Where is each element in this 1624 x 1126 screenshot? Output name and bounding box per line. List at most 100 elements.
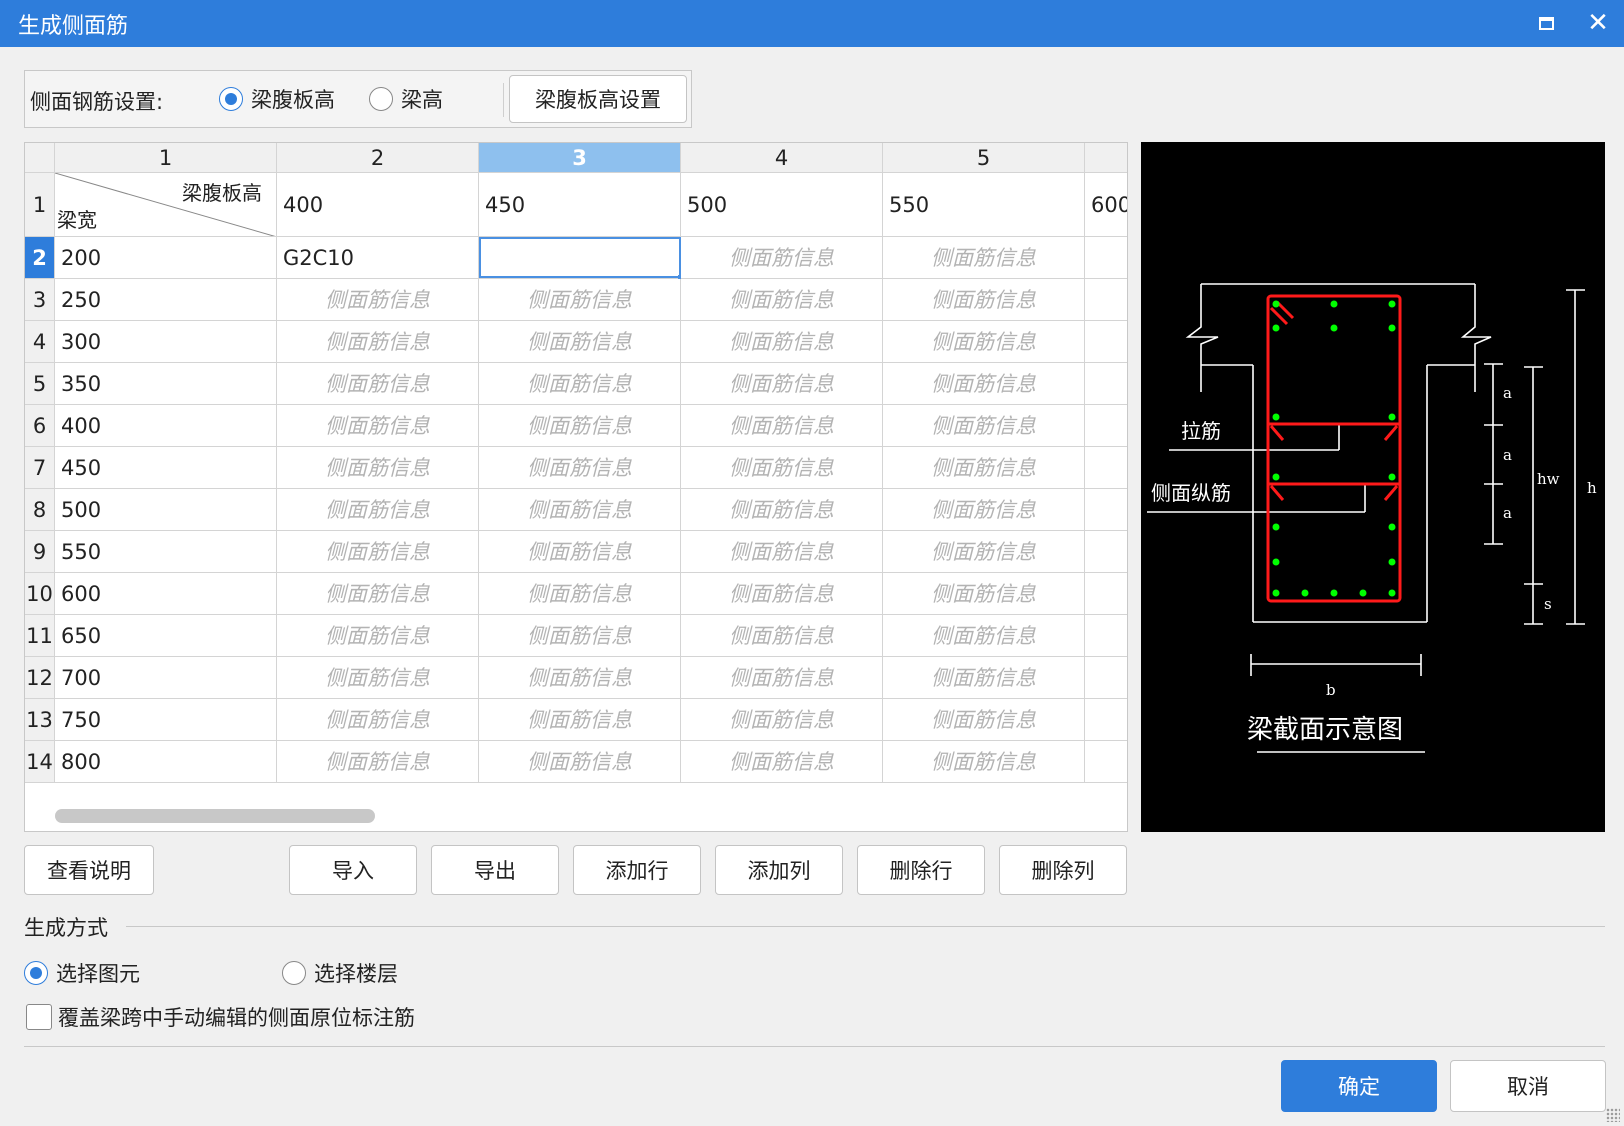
side-rebar-cell[interactable]	[1085, 405, 1127, 447]
cancel-button[interactable]: 取消	[1450, 1060, 1606, 1112]
column-header[interactable]: 1	[55, 143, 277, 173]
radio-web-height-indicator[interactable]	[219, 87, 243, 111]
side-rebar-cell[interactable]	[1085, 447, 1127, 489]
row-header[interactable]: 7	[25, 447, 55, 489]
beam-width-cell[interactable]: 300	[55, 321, 277, 363]
column-header[interactable]: 2	[277, 143, 479, 173]
radio-select-floor[interactable]: 选择楼层	[282, 958, 398, 988]
close-button[interactable]: ✕	[1580, 6, 1616, 40]
help-button[interactable]: 查看说明	[24, 845, 154, 895]
radio-beam-height[interactable]: 梁高	[369, 84, 443, 114]
add-row-button[interactable]: 添加行	[573, 845, 701, 895]
row-header[interactable]: 10	[25, 573, 55, 615]
side-rebar-cell[interactable]: 侧面筋信息	[479, 741, 681, 783]
column-header[interactable]	[1085, 143, 1127, 173]
radio-select-element[interactable]: 选择图元	[24, 958, 140, 988]
rebar-table[interactable]: 1 2 3 4 5 1 梁腹板高 梁宽 400 450 500 550 600 2 200 G2C10 侧面筋信…	[24, 142, 1128, 832]
side-rebar-cell[interactable]	[1085, 321, 1127, 363]
side-rebar-cell[interactable]: 侧面筋信息	[277, 573, 479, 615]
beam-width-cell[interactable]: 800	[55, 741, 277, 783]
side-rebar-cell[interactable]	[1085, 615, 1127, 657]
side-rebar-cell[interactable]: 侧面筋信息	[479, 447, 681, 489]
side-rebar-cell[interactable]	[1085, 741, 1127, 783]
side-rebar-cell[interactable]: 侧面筋信息	[681, 405, 883, 447]
side-rebar-cell[interactable]: 侧面筋信息	[479, 405, 681, 447]
override-checkbox[interactable]: 覆盖梁跨中手动编辑的侧面原位标注筋	[26, 1002, 415, 1032]
side-rebar-cell[interactable]: 侧面筋信息	[681, 237, 883, 279]
side-rebar-cell[interactable]: 侧面筋信息	[883, 363, 1085, 405]
column-header[interactable]: 4	[681, 143, 883, 173]
beam-width-cell[interactable]: 350	[55, 363, 277, 405]
import-button[interactable]: 导入	[289, 845, 417, 895]
side-rebar-cell[interactable]: 侧面筋信息	[681, 657, 883, 699]
row-header[interactable]: 1	[25, 173, 55, 237]
radio-select-floor-indicator[interactable]	[282, 961, 306, 985]
radio-beam-height-indicator[interactable]	[369, 87, 393, 111]
side-rebar-cell[interactable]	[1085, 237, 1127, 279]
side-rebar-cell[interactable]: 侧面筋信息	[681, 321, 883, 363]
beam-width-cell[interactable]: 200	[55, 237, 277, 279]
radio-select-element-indicator[interactable]	[24, 961, 48, 985]
side-rebar-cell[interactable]: 侧面筋信息	[883, 237, 1085, 279]
horizontal-scrollbar[interactable]	[55, 809, 375, 823]
maximize-button[interactable]	[1528, 6, 1564, 40]
side-rebar-cell[interactable]	[1085, 699, 1127, 741]
side-rebar-cell[interactable]: 侧面筋信息	[883, 321, 1085, 363]
beam-width-cell[interactable]: 250	[55, 279, 277, 321]
corner-cell[interactable]	[25, 143, 55, 173]
row-header[interactable]: 11	[25, 615, 55, 657]
side-rebar-cell[interactable]	[1085, 657, 1127, 699]
web-height-cell[interactable]: 450	[479, 173, 681, 237]
side-rebar-cell[interactable]: 侧面筋信息	[277, 363, 479, 405]
side-rebar-cell[interactable]: 侧面筋信息	[883, 447, 1085, 489]
export-button[interactable]: 导出	[431, 845, 559, 895]
beam-width-cell[interactable]: 650	[55, 615, 277, 657]
side-rebar-cell[interactable]: 侧面筋信息	[479, 657, 681, 699]
side-rebar-cell[interactable]: 侧面筋信息	[681, 363, 883, 405]
beam-width-cell[interactable]: 600	[55, 573, 277, 615]
web-height-cell[interactable]: 400	[277, 173, 479, 237]
beam-width-cell[interactable]: 550	[55, 531, 277, 573]
side-rebar-cell[interactable]: 侧面筋信息	[681, 699, 883, 741]
side-rebar-cell[interactable]: 侧面筋信息	[277, 279, 479, 321]
side-rebar-cell[interactable]: 侧面筋信息	[681, 741, 883, 783]
beam-width-cell[interactable]: 750	[55, 699, 277, 741]
side-rebar-cell[interactable]: 侧面筋信息	[479, 699, 681, 741]
side-rebar-cell[interactable]	[1085, 573, 1127, 615]
web-height-cell[interactable]: 500	[681, 173, 883, 237]
side-rebar-cell[interactable]	[1085, 363, 1127, 405]
side-rebar-cell[interactable]: 侧面筋信息	[479, 489, 681, 531]
row-header[interactable]: 14	[25, 741, 55, 783]
side-rebar-cell[interactable]: 侧面筋信息	[883, 279, 1085, 321]
column-header[interactable]: 3	[479, 143, 681, 173]
row-header[interactable]: 2	[25, 237, 55, 279]
side-rebar-cell[interactable]: 侧面筋信息	[277, 447, 479, 489]
side-rebar-cell[interactable]: 侧面筋信息	[681, 573, 883, 615]
web-height-settings-button[interactable]: 梁腹板高设置	[509, 75, 687, 123]
side-rebar-cell[interactable]: 侧面筋信息	[883, 657, 1085, 699]
side-rebar-cell[interactable]: 侧面筋信息	[277, 741, 479, 783]
side-rebar-cell[interactable]: 侧面筋信息	[681, 615, 883, 657]
beam-width-cell[interactable]: 700	[55, 657, 277, 699]
side-rebar-cell[interactable]: 侧面筋信息	[277, 405, 479, 447]
add-column-button[interactable]: 添加列	[715, 845, 843, 895]
side-rebar-cell[interactable]: 侧面筋信息	[479, 531, 681, 573]
row-header[interactable]: 4	[25, 321, 55, 363]
side-rebar-cell[interactable]: 侧面筋信息	[277, 615, 479, 657]
side-rebar-cell[interactable]	[1085, 531, 1127, 573]
beam-width-cell[interactable]: 450	[55, 447, 277, 489]
side-rebar-cell[interactable]: 侧面筋信息	[883, 405, 1085, 447]
side-rebar-cell[interactable]: 侧面筋信息	[479, 279, 681, 321]
row-header[interactable]: 12	[25, 657, 55, 699]
side-rebar-cell[interactable]: 侧面筋信息	[277, 699, 479, 741]
ok-button[interactable]: 确定	[1281, 1060, 1437, 1112]
row-header[interactable]: 13	[25, 699, 55, 741]
side-rebar-cell[interactable]: 侧面筋信息	[277, 489, 479, 531]
side-rebar-cell[interactable]: G2C10	[277, 237, 479, 279]
side-rebar-cell[interactable]: 侧面筋信息	[479, 321, 681, 363]
row-header[interactable]: 3	[25, 279, 55, 321]
side-rebar-cell[interactable]: 侧面筋信息	[277, 657, 479, 699]
side-rebar-cell[interactable]	[1085, 279, 1127, 321]
side-rebar-cell[interactable]: 侧面筋信息	[883, 741, 1085, 783]
beam-width-cell[interactable]: 400	[55, 405, 277, 447]
